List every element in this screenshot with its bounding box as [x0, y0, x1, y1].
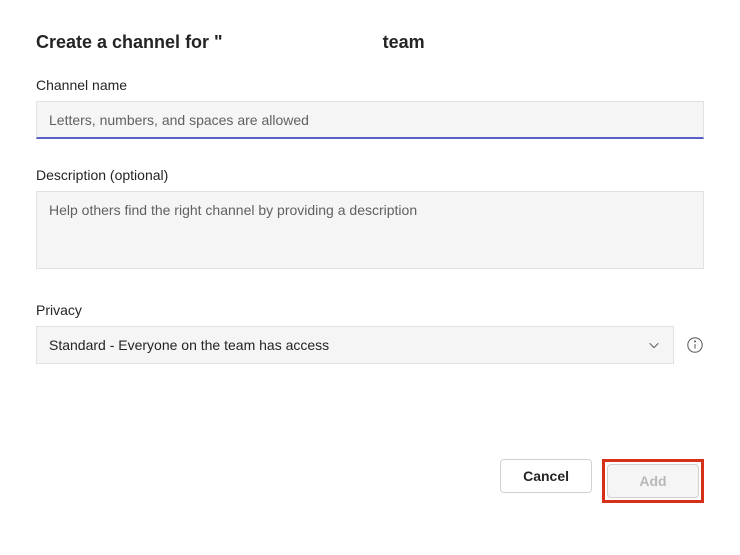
description-input[interactable]: [36, 191, 704, 269]
dialog-title-suffix: team: [383, 32, 425, 52]
dialog-title: Create a channel for " team: [36, 32, 704, 53]
channel-name-input[interactable]: [36, 101, 704, 139]
add-button-highlight: Add: [602, 459, 704, 503]
description-label: Description (optional): [36, 167, 704, 183]
cancel-button[interactable]: Cancel: [500, 459, 592, 493]
privacy-label: Privacy: [36, 302, 704, 318]
chevron-down-icon: [647, 338, 661, 352]
channel-name-label: Channel name: [36, 77, 704, 93]
channel-name-field: Channel name: [36, 77, 704, 139]
dialog-actions: Cancel Add: [500, 459, 704, 503]
privacy-select[interactable]: Standard - Everyone on the team has acce…: [36, 326, 674, 364]
add-button[interactable]: Add: [607, 464, 699, 498]
privacy-field: Privacy Standard - Everyone on the team …: [36, 302, 704, 364]
dialog-title-prefix: Create a channel for ": [36, 32, 223, 52]
info-icon[interactable]: [686, 336, 704, 354]
description-field: Description (optional): [36, 167, 704, 274]
privacy-selected-value: Standard - Everyone on the team has acce…: [49, 337, 647, 353]
